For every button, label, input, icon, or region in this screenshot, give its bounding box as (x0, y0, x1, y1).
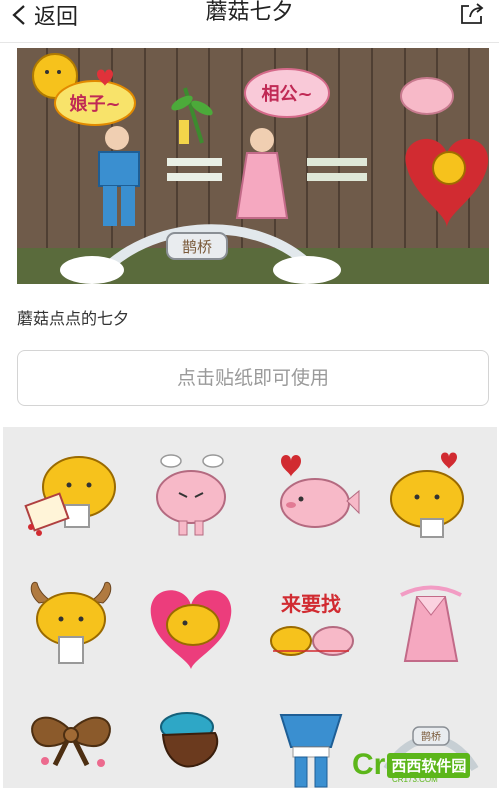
svg-text:鹊桥: 鹊桥 (182, 238, 212, 256)
couple-photo-scene: 娘子~ 相公~ 鹊桥 (17, 48, 489, 284)
brown-bow-sticker[interactable] (21, 699, 121, 799)
blue-hat-hair-sticker[interactable] (141, 699, 241, 799)
bridge-sticker[interactable]: 鹊桥 (381, 699, 481, 799)
come-find-elephants-sticker[interactable]: 来要找 (261, 575, 361, 675)
svg-text:鹊桥: 鹊桥 (421, 730, 441, 743)
watermark-logo: Cr 西西软件园 CR173.COM (352, 748, 471, 784)
pink-fish-heart-sticker[interactable] (261, 447, 361, 547)
sticker-grid: 来要找 鹊桥 (3, 427, 497, 788)
mushroom-love-letter-sticker[interactable] (21, 447, 121, 547)
top-nav-bar: 返回 蘑菇七夕 (0, 0, 499, 43)
watermark-url: CR173.COM (392, 775, 438, 784)
svg-text:娘子~: 娘子~ (69, 93, 120, 115)
sticker-pack-caption: 蘑菇点点的七夕 (17, 309, 130, 328)
mushroom-heart-sticker[interactable] (381, 447, 481, 547)
pink-pig-steam-sticker[interactable] (141, 447, 241, 547)
use-sticker-button[interactable]: 点击贴纸即可使用 (17, 350, 489, 406)
mushroom-big-heart-sticker[interactable] (141, 575, 241, 675)
pink-dress-sticker[interactable] (381, 575, 481, 675)
share-icon[interactable] (459, 2, 485, 26)
blue-outfit-sticker[interactable] (261, 699, 361, 799)
svg-text:相公~: 相公~ (261, 84, 312, 105)
watermark-brand: 西西软件园 (387, 752, 471, 778)
svg-text:来要找: 来要找 (280, 592, 341, 616)
mushroom-horns-sticker[interactable] (21, 575, 121, 675)
watermark-letter: Cr (352, 748, 386, 781)
banner-photo: 娘子~ 相公~ 鹊桥 (17, 48, 489, 284)
page-title: 蘑菇七夕 (205, 0, 294, 25)
